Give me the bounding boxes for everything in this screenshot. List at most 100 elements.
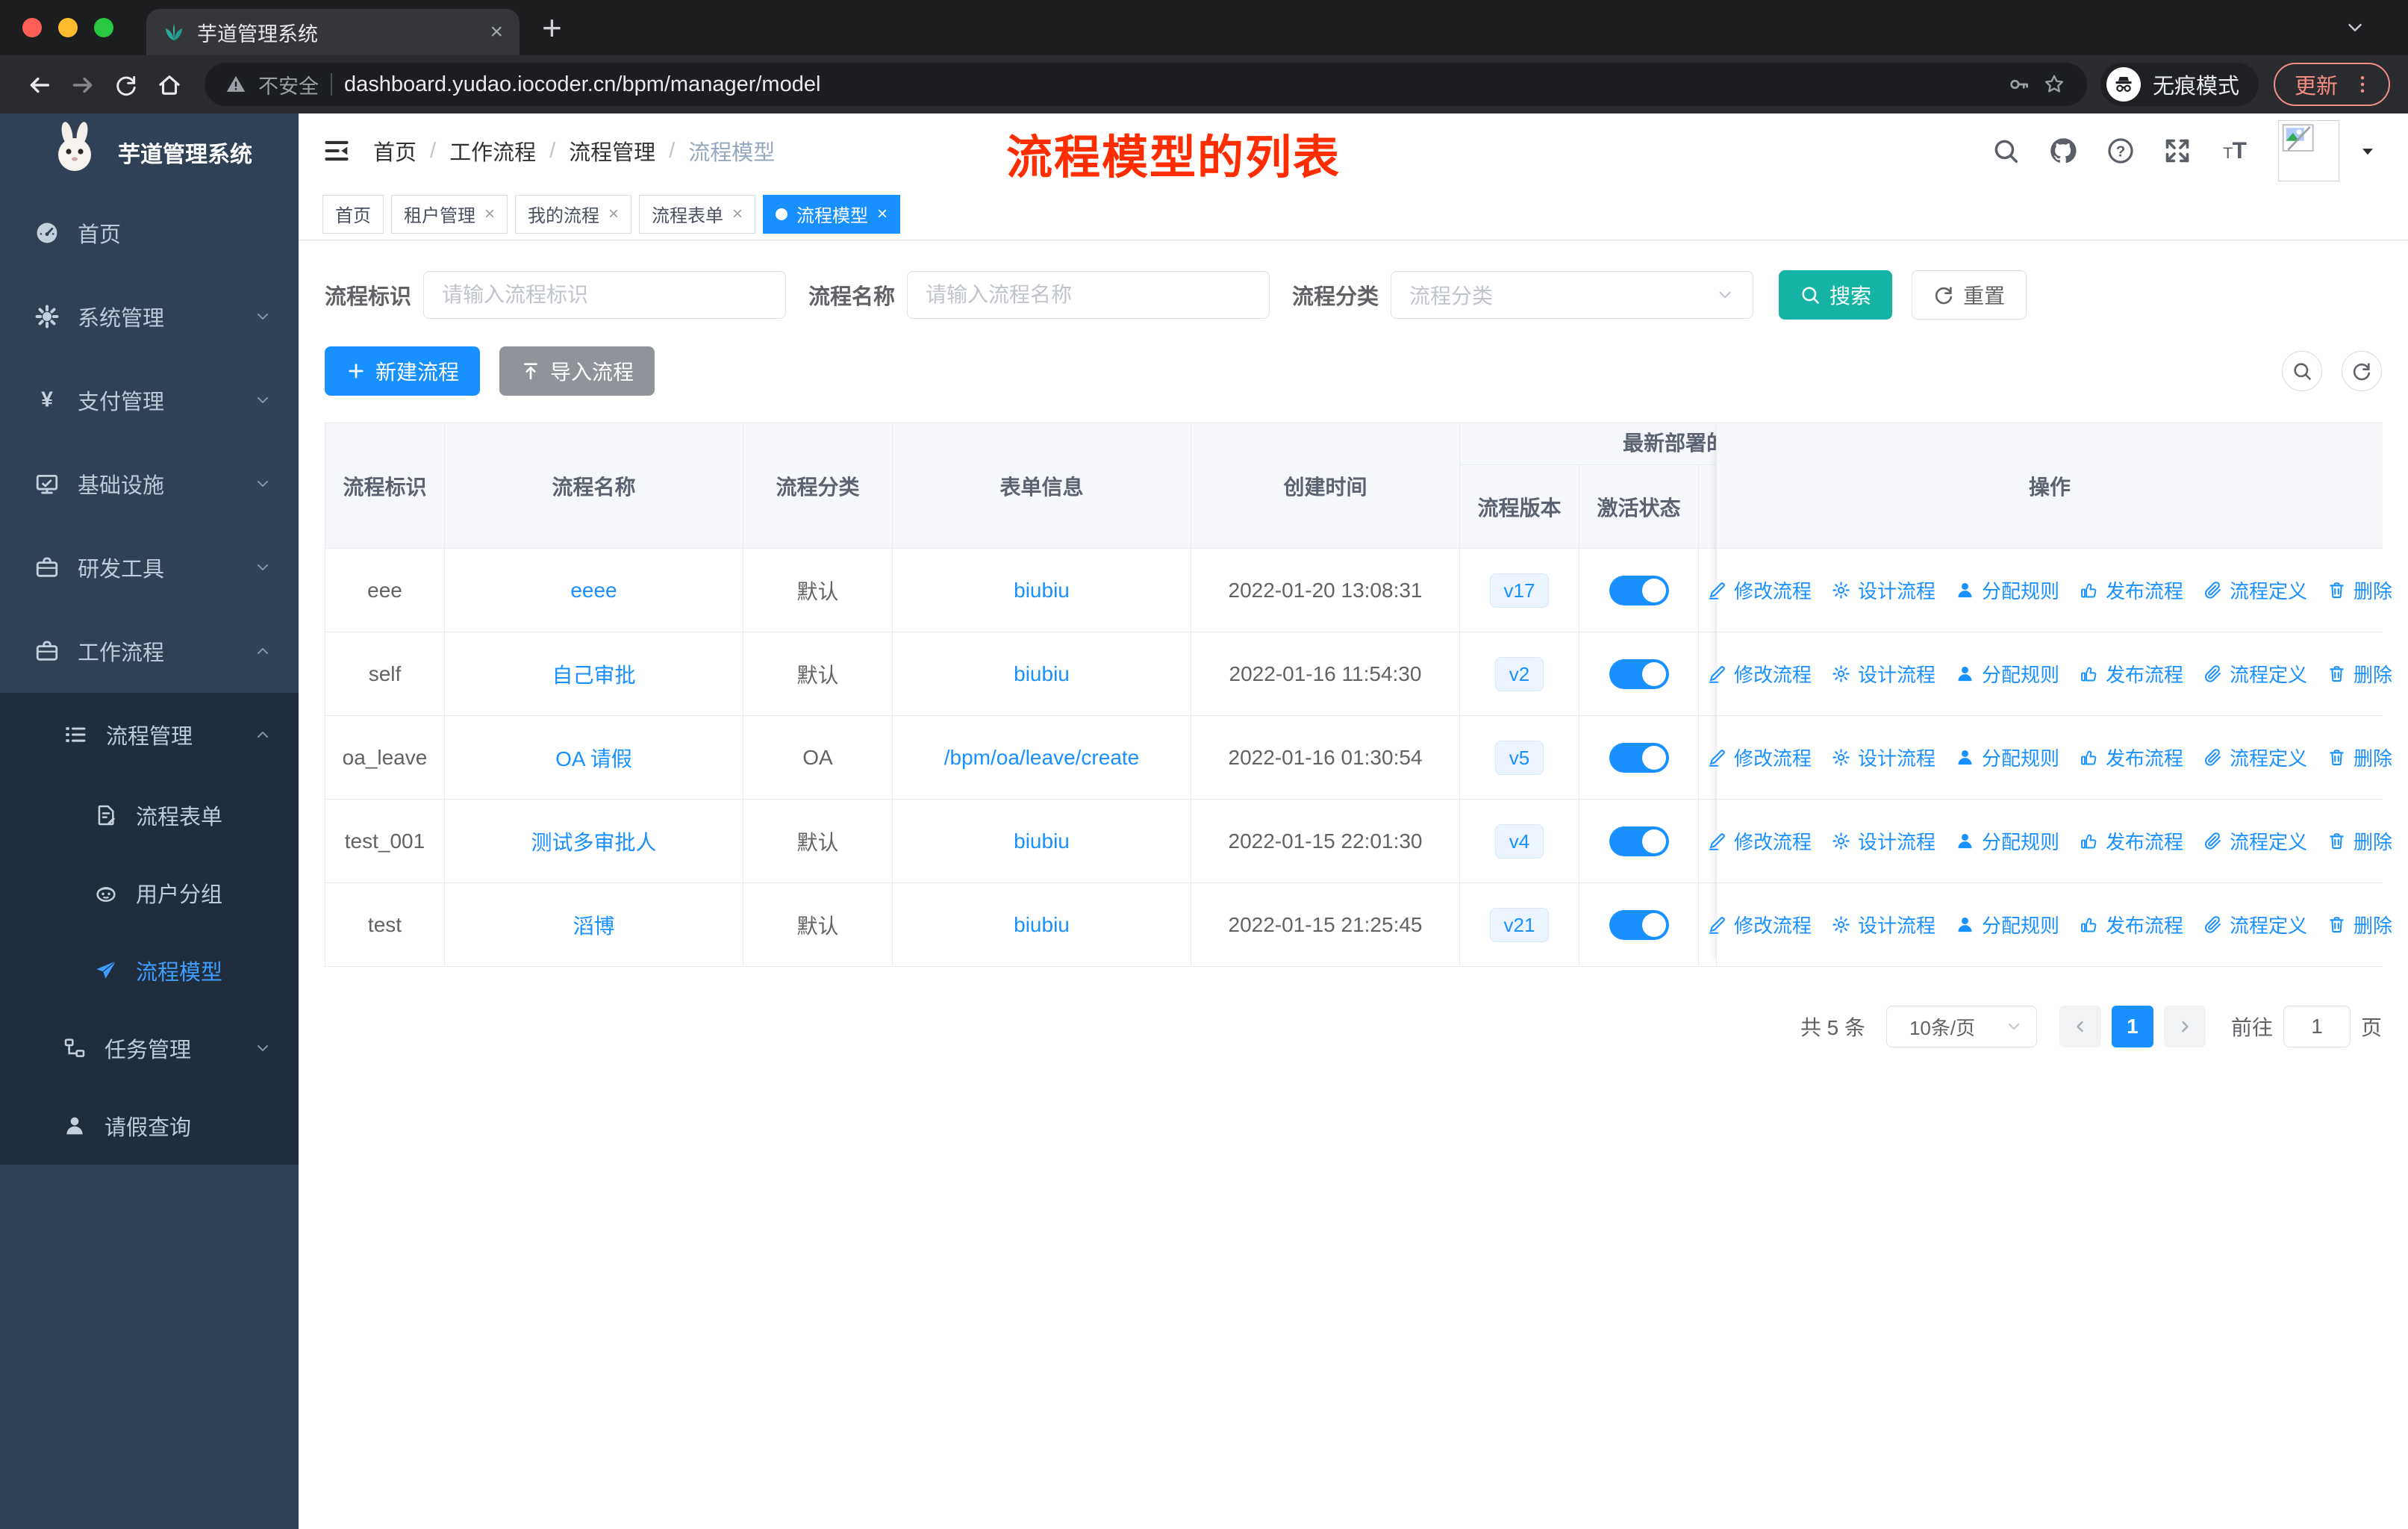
refresh-table-button[interactable] [2342,351,2382,391]
发布流程-action-link[interactable]: 发布流程 [2079,660,2183,688]
breadcrumb-item[interactable]: 首页 [373,135,417,166]
next-page-button[interactable] [2163,1006,2206,1047]
tab-search-chevron-icon[interactable] [2344,16,2366,39]
process-id-input[interactable] [442,283,768,307]
status-toggle[interactable] [1609,575,1669,605]
breadcrumb-item[interactable]: 工作流程 [449,135,536,166]
home-button[interactable] [148,69,191,101]
修改流程-action-link[interactable]: 修改流程 [1707,576,1812,604]
minimize-window-button[interactable] [58,18,78,37]
status-toggle[interactable] [1609,826,1669,856]
sidebar-item-leave-query[interactable]: 请假查询 [0,1087,299,1165]
设计流程-action-link[interactable]: 设计流程 [1831,660,1936,688]
流程定义-action-link[interactable]: 流程定义 [2203,911,2307,938]
设计流程-action-link[interactable]: 设计流程 [1831,576,1936,604]
avatar-caret-down-icon[interactable] [2357,140,2378,161]
分配规则-action-link[interactable]: 分配规则 [1955,911,2059,938]
new-tab-button[interactable]: + [542,7,562,48]
sidebar-item-payment[interactable]: 支付管理 [0,358,299,442]
sidebar-item-devtools[interactable]: 研发工具 [0,526,299,609]
version-badge[interactable]: v4 [1494,823,1544,859]
address-bar[interactable]: 不安全 dashboard.yudao.iocoder.cn/bpm/manag… [205,63,2087,106]
browser-tab[interactable]: 芋道管理系统 × [146,9,520,55]
reload-button[interactable] [105,69,148,101]
修改流程-action-link[interactable]: 修改流程 [1707,744,1812,771]
process-name-link[interactable]: 测试多审批人 [531,826,656,856]
tag-process-model[interactable]: 流程模型 × [763,194,901,234]
sidebar-item-home[interactable]: 首页 [0,191,299,275]
发布流程-action-link[interactable]: 发布流程 [2079,827,2183,855]
分配规则-action-link[interactable]: 分配规则 [1955,827,2059,855]
process-name-input[interactable] [926,283,1252,307]
tag-my-process[interactable]: 我的流程 × [515,194,632,234]
version-badge[interactable]: v21 [1489,907,1550,942]
删除-action-link[interactable]: 删除 [2327,911,2392,938]
process-name-link[interactable]: 滔博 [573,910,614,940]
sidebar-item-process-manage[interactable]: 流程管理 [0,693,299,776]
update-label[interactable]: 更新 [2295,69,2338,100]
process-name-link[interactable]: 自己审批 [552,659,635,689]
设计流程-action-link[interactable]: 设计流程 [1831,744,1936,771]
page-size-select[interactable]: 10条/页 [1885,1006,2037,1047]
process-name-link[interactable]: eeee [570,579,617,602]
category-select[interactable]: 流程分类 [1391,271,1754,319]
form-info-link[interactable]: biubiu [1014,662,1070,686]
form-info-link[interactable]: /bpm/oa/leave/create [944,746,1140,770]
分配规则-action-link[interactable]: 分配规则 [1955,576,2059,604]
删除-action-link[interactable]: 删除 [2327,576,2392,604]
status-toggle[interactable] [1609,909,1669,940]
sidebar-item-user-group[interactable]: 用户分组 [0,854,299,932]
tag-close-icon[interactable]: × [877,204,888,225]
import-process-button[interactable]: 导入流程 [499,346,655,396]
font-size-icon[interactable] [2220,136,2250,166]
bookmark-star-icon[interactable] [2042,72,2066,96]
search-button[interactable]: 搜索 [1779,270,1893,320]
流程定义-action-link[interactable]: 流程定义 [2203,660,2307,688]
分配规则-action-link[interactable]: 分配规则 [1955,744,2059,771]
发布流程-action-link[interactable]: 发布流程 [2079,911,2183,938]
password-key-icon[interactable] [2008,73,2030,96]
修改流程-action-link[interactable]: 修改流程 [1707,660,1812,688]
tab-close-icon[interactable]: × [490,19,503,45]
version-badge[interactable]: v5 [1494,740,1544,775]
tag-close-icon[interactable]: × [608,204,619,225]
sidebar-logo[interactable]: 芋道管理系统 [0,113,299,191]
back-button[interactable] [18,69,61,101]
删除-action-link[interactable]: 删除 [2327,744,2392,771]
流程定义-action-link[interactable]: 流程定义 [2203,827,2307,855]
sidebar-item-workflow[interactable]: 工作流程 [0,609,299,693]
tag-tenant[interactable]: 租户管理 × [391,194,508,234]
process-name-link[interactable]: OA 请假 [555,743,632,773]
sidebar-item-infrastructure[interactable]: 基础设施 [0,442,299,526]
发布流程-action-link[interactable]: 发布流程 [2079,744,2183,771]
reset-button[interactable]: 重置 [1912,270,2027,320]
goto-page-input[interactable] [2283,1006,2351,1047]
修改流程-action-link[interactable]: 修改流程 [1707,827,1812,855]
form-info-link[interactable]: biubiu [1014,579,1070,602]
zoom-window-button[interactable] [94,18,113,37]
sidebar-item-system[interactable]: 系统管理 [0,275,299,358]
sidebar-item-process-form[interactable]: 流程表单 [0,776,299,854]
browser-update-button[interactable]: 更新 [2273,63,2390,106]
流程定义-action-link[interactable]: 流程定义 [2203,744,2307,771]
发布流程-action-link[interactable]: 发布流程 [2079,576,2183,604]
search-icon[interactable] [1991,137,2020,165]
version-badge[interactable]: v17 [1489,573,1550,608]
version-badge[interactable]: v2 [1494,656,1544,691]
avatar[interactable] [2278,120,2339,181]
设计流程-action-link[interactable]: 设计流程 [1831,827,1936,855]
breadcrumb-item[interactable]: 流程管理 [569,135,655,166]
删除-action-link[interactable]: 删除 [2327,827,2392,855]
close-window-button[interactable] [22,18,42,37]
sidebar-item-process-model[interactable]: 流程模型 [0,932,299,1009]
分配规则-action-link[interactable]: 分配规则 [1955,660,2059,688]
forward-button[interactable] [61,69,105,101]
tag-close-icon[interactable]: × [484,204,495,225]
github-icon[interactable] [2048,136,2078,166]
status-toggle[interactable] [1609,658,1669,689]
prev-page-button[interactable] [2059,1006,2101,1047]
sidebar-collapse-icon[interactable] [322,137,351,165]
help-icon[interactable] [2106,137,2135,165]
流程定义-action-link[interactable]: 流程定义 [2203,576,2307,604]
security-label[interactable]: 不安全 [258,70,319,99]
